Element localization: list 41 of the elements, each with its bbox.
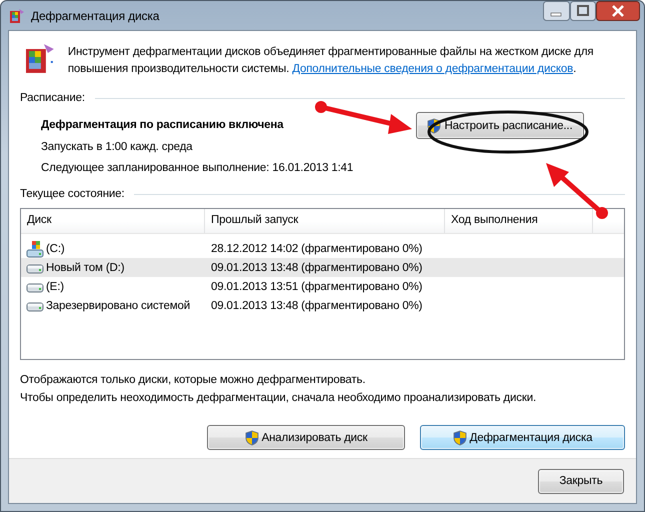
system-drive-icon xyxy=(26,240,44,258)
drive-icon xyxy=(26,262,44,274)
section-heading: Расписание: xyxy=(20,92,85,104)
shield-icon xyxy=(427,118,442,134)
disk-row[interactable]: (E:) 09.01.2013 13:51 (фрагментировано 0%) xyxy=(21,277,624,296)
column-header[interactable]: Диск xyxy=(21,209,205,233)
disk-name: (E:) xyxy=(46,280,64,292)
defrag-icon xyxy=(24,43,56,75)
disk-name: Новый том (D:) xyxy=(46,262,124,274)
next-run-text: Следующее запланированное выполнение: 16.01.2013 1:41 xyxy=(41,162,354,174)
drive-icon xyxy=(26,300,44,312)
last-run-cell-text: 28.12.2012 14:02 (фрагментировано 0%) xyxy=(210,242,424,254)
note-text: Чтобы определить неоходимость дефрагментации, сначала необходимо проанализировать диски. xyxy=(20,391,538,406)
close-button[interactable] xyxy=(596,1,640,21)
analyze-disk-button[interactable]: Анализировать диск xyxy=(207,425,405,450)
disk-name: Зарезервировано системой xyxy=(46,300,190,312)
drive-icon xyxy=(26,280,44,292)
last-run-cell-text: 09.01.2013 13:48 (фрагментировано 0%) xyxy=(210,300,424,312)
disk-name: (C:) xyxy=(46,242,65,254)
more-info-link[interactable]: Дополнительные сведения о дефрагментации дисков xyxy=(292,63,574,75)
schedule-text: Запускать в 1:00 кажд. среда xyxy=(41,141,194,153)
disk-row[interactable]: (C:) 28.12.2012 14:02 (фрагментировано 0%) xyxy=(21,239,624,258)
column-header[interactable]: Ход выполнения xyxy=(445,209,593,233)
close-dialog-button[interactable]: Закрыть xyxy=(538,468,624,494)
section-heading: Текущее состояние: xyxy=(20,188,124,200)
description-text: Инструмент дефрагментации дисков объединяет фрагментированные файлы на жестком диске для повышения производительности системы. Дополнительные сведения о дефрагментации дисков. xyxy=(68,45,594,77)
shield-icon xyxy=(244,430,259,446)
disk-row[interactable]: Новый том (D:) 09.01.2013 13:48 (фрагментировано 0%) xyxy=(21,258,624,277)
last-run-cell-text: 09.01.2013 13:51 (фрагментировано 0%) xyxy=(210,280,424,292)
note-text: Отображаются только диски, которые можно дефрагментировать. xyxy=(20,373,366,388)
minimize-button[interactable] xyxy=(543,1,570,21)
disk-row[interactable]: Зарезервировано системой 09.01.2013 13:48 (фрагментировано 0%) xyxy=(21,296,624,315)
last-run-cell-text: 09.01.2013 13:48 (фрагментировано 0%) xyxy=(210,262,424,274)
maximize-button[interactable] xyxy=(570,1,596,21)
schedule-status: Дефрагментация по расписанию включена xyxy=(41,118,284,130)
column-header[interactable]: Прошлый запуск xyxy=(205,209,445,233)
window-title: Дефрагментация диска xyxy=(31,8,160,22)
shield-icon xyxy=(452,430,467,446)
defragment-disk-button[interactable]: Дефрагментация диска xyxy=(420,425,625,450)
annotation-arrow xyxy=(546,163,608,219)
defrag-icon xyxy=(9,8,25,24)
